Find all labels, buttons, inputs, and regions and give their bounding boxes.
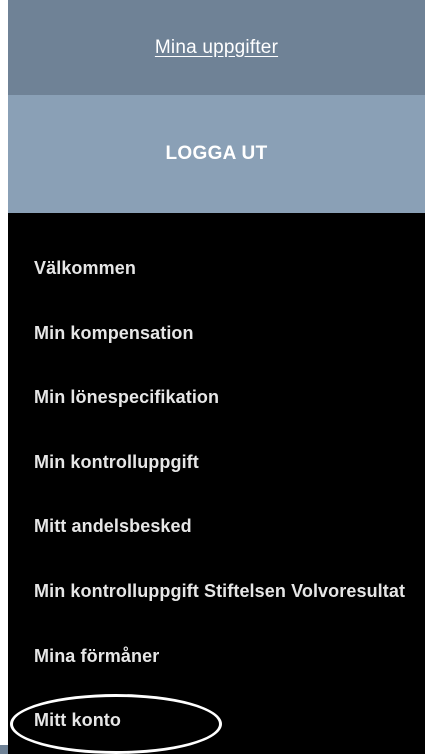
my-details-link[interactable]: Mina uppgifter <box>155 37 278 59</box>
menu-item-tax-statement[interactable]: Min kontrolluppgift <box>34 452 199 473</box>
side-menu-panel: Mina uppgifter LOGGA UT Välkommen Min ko… <box>8 0 425 754</box>
menu-item-welcome[interactable]: Välkommen <box>34 258 136 279</box>
logout-label: LOGGA UT <box>165 143 268 164</box>
logout-button[interactable]: LOGGA UT <box>8 95 425 213</box>
background-edge <box>0 745 8 754</box>
menu-item-my-account[interactable]: Mitt konto <box>34 710 121 731</box>
menu-item-share-notice[interactable]: Mitt andelsbesked <box>34 516 192 537</box>
menu-list: Välkommen Min kompensation Min lönespeci… <box>8 213 425 754</box>
my-details-bar: Mina uppgifter <box>8 0 425 95</box>
menu-item-payslip[interactable]: Min lönespecifikation <box>34 387 219 408</box>
menu-item-benefits[interactable]: Mina förmåner <box>34 646 159 667</box>
menu-item-foundation-tax-statement[interactable]: Min kontrolluppgift Stiftelsen Volvoresu… <box>34 581 405 602</box>
menu-item-compensation[interactable]: Min kompensation <box>34 323 194 344</box>
